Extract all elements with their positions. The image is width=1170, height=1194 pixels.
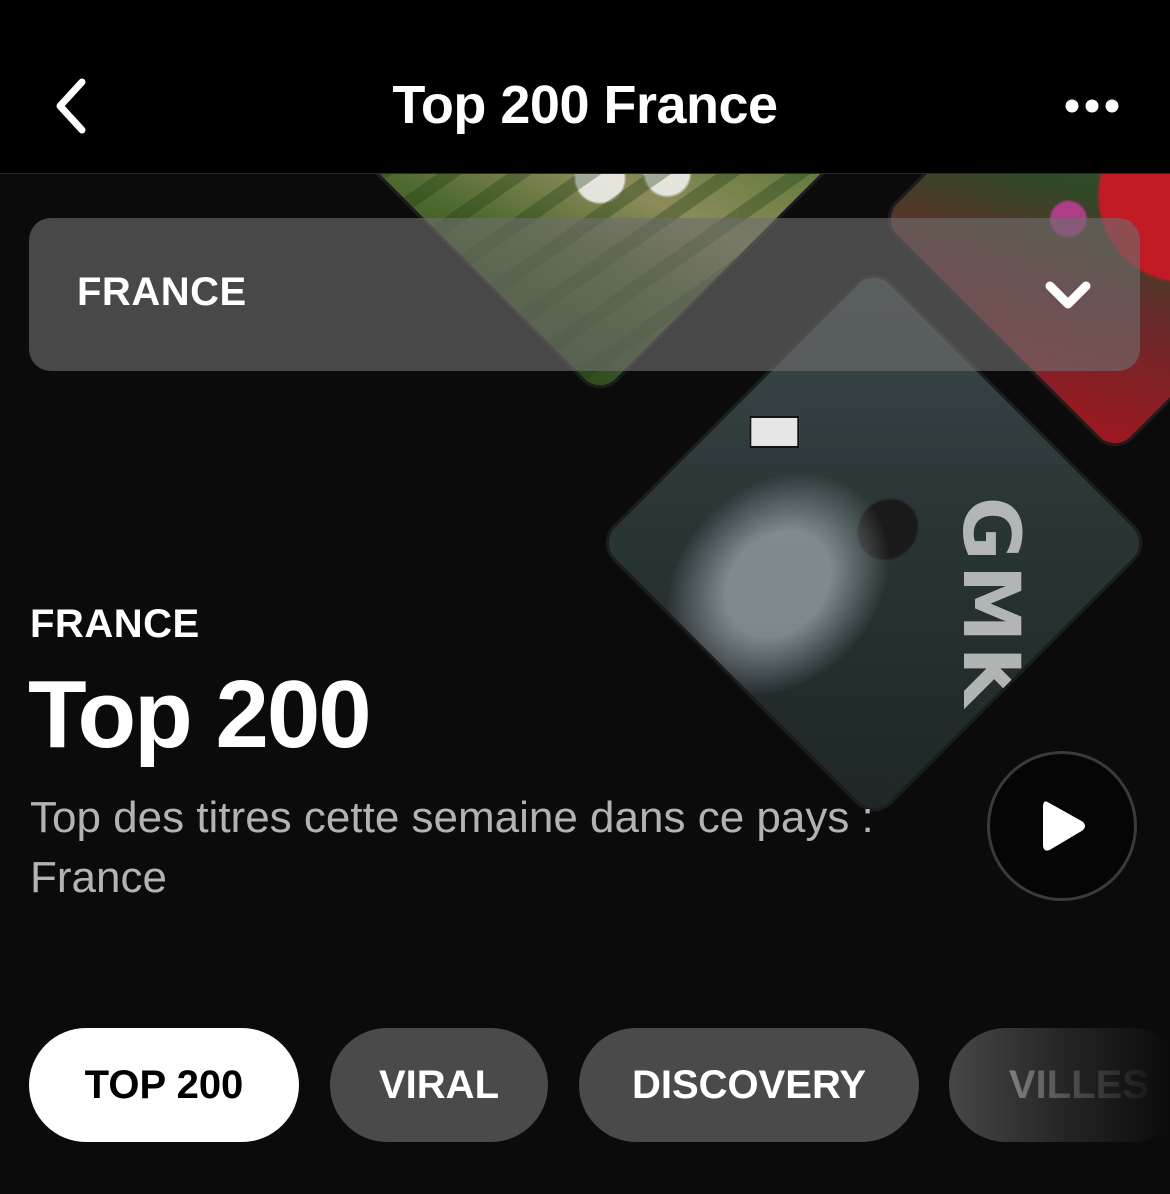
tab-top-200[interactable]: TOP 200 [29, 1028, 299, 1142]
tab-discovery[interactable]: DISCOVERY [579, 1028, 919, 1142]
more-options-button[interactable] [1054, 80, 1130, 132]
page-title: Top 200 France [392, 75, 778, 135]
more-horizontal-icon [1065, 99, 1119, 113]
tab-villes[interactable]: VILLES [949, 1028, 1170, 1142]
tab-viral[interactable]: VIRAL [330, 1028, 548, 1142]
chart-tabs: TOP 200 VIRAL DISCOVERY VILLES [0, 1028, 1170, 1144]
top-navigation-bar: Top 200 France [0, 0, 1170, 174]
chart-title: Top 200 [28, 661, 372, 768]
chevron-down-icon [1045, 281, 1091, 309]
country-selector-value: FRANCE [77, 270, 247, 314]
play-button[interactable] [987, 751, 1137, 901]
region-label: FRANCE [30, 602, 200, 646]
play-icon [1043, 801, 1085, 851]
parental-advisory-label [749, 415, 800, 448]
album-art-text: GMK [944, 496, 1035, 711]
chart-header: GMK FRANCE FRANCE Top 200 Top des titres… [0, 174, 1170, 1194]
country-selector[interactable]: FRANCE [29, 218, 1140, 371]
chart-description: Top des titres cette semaine dans ce pay… [30, 793, 874, 902]
